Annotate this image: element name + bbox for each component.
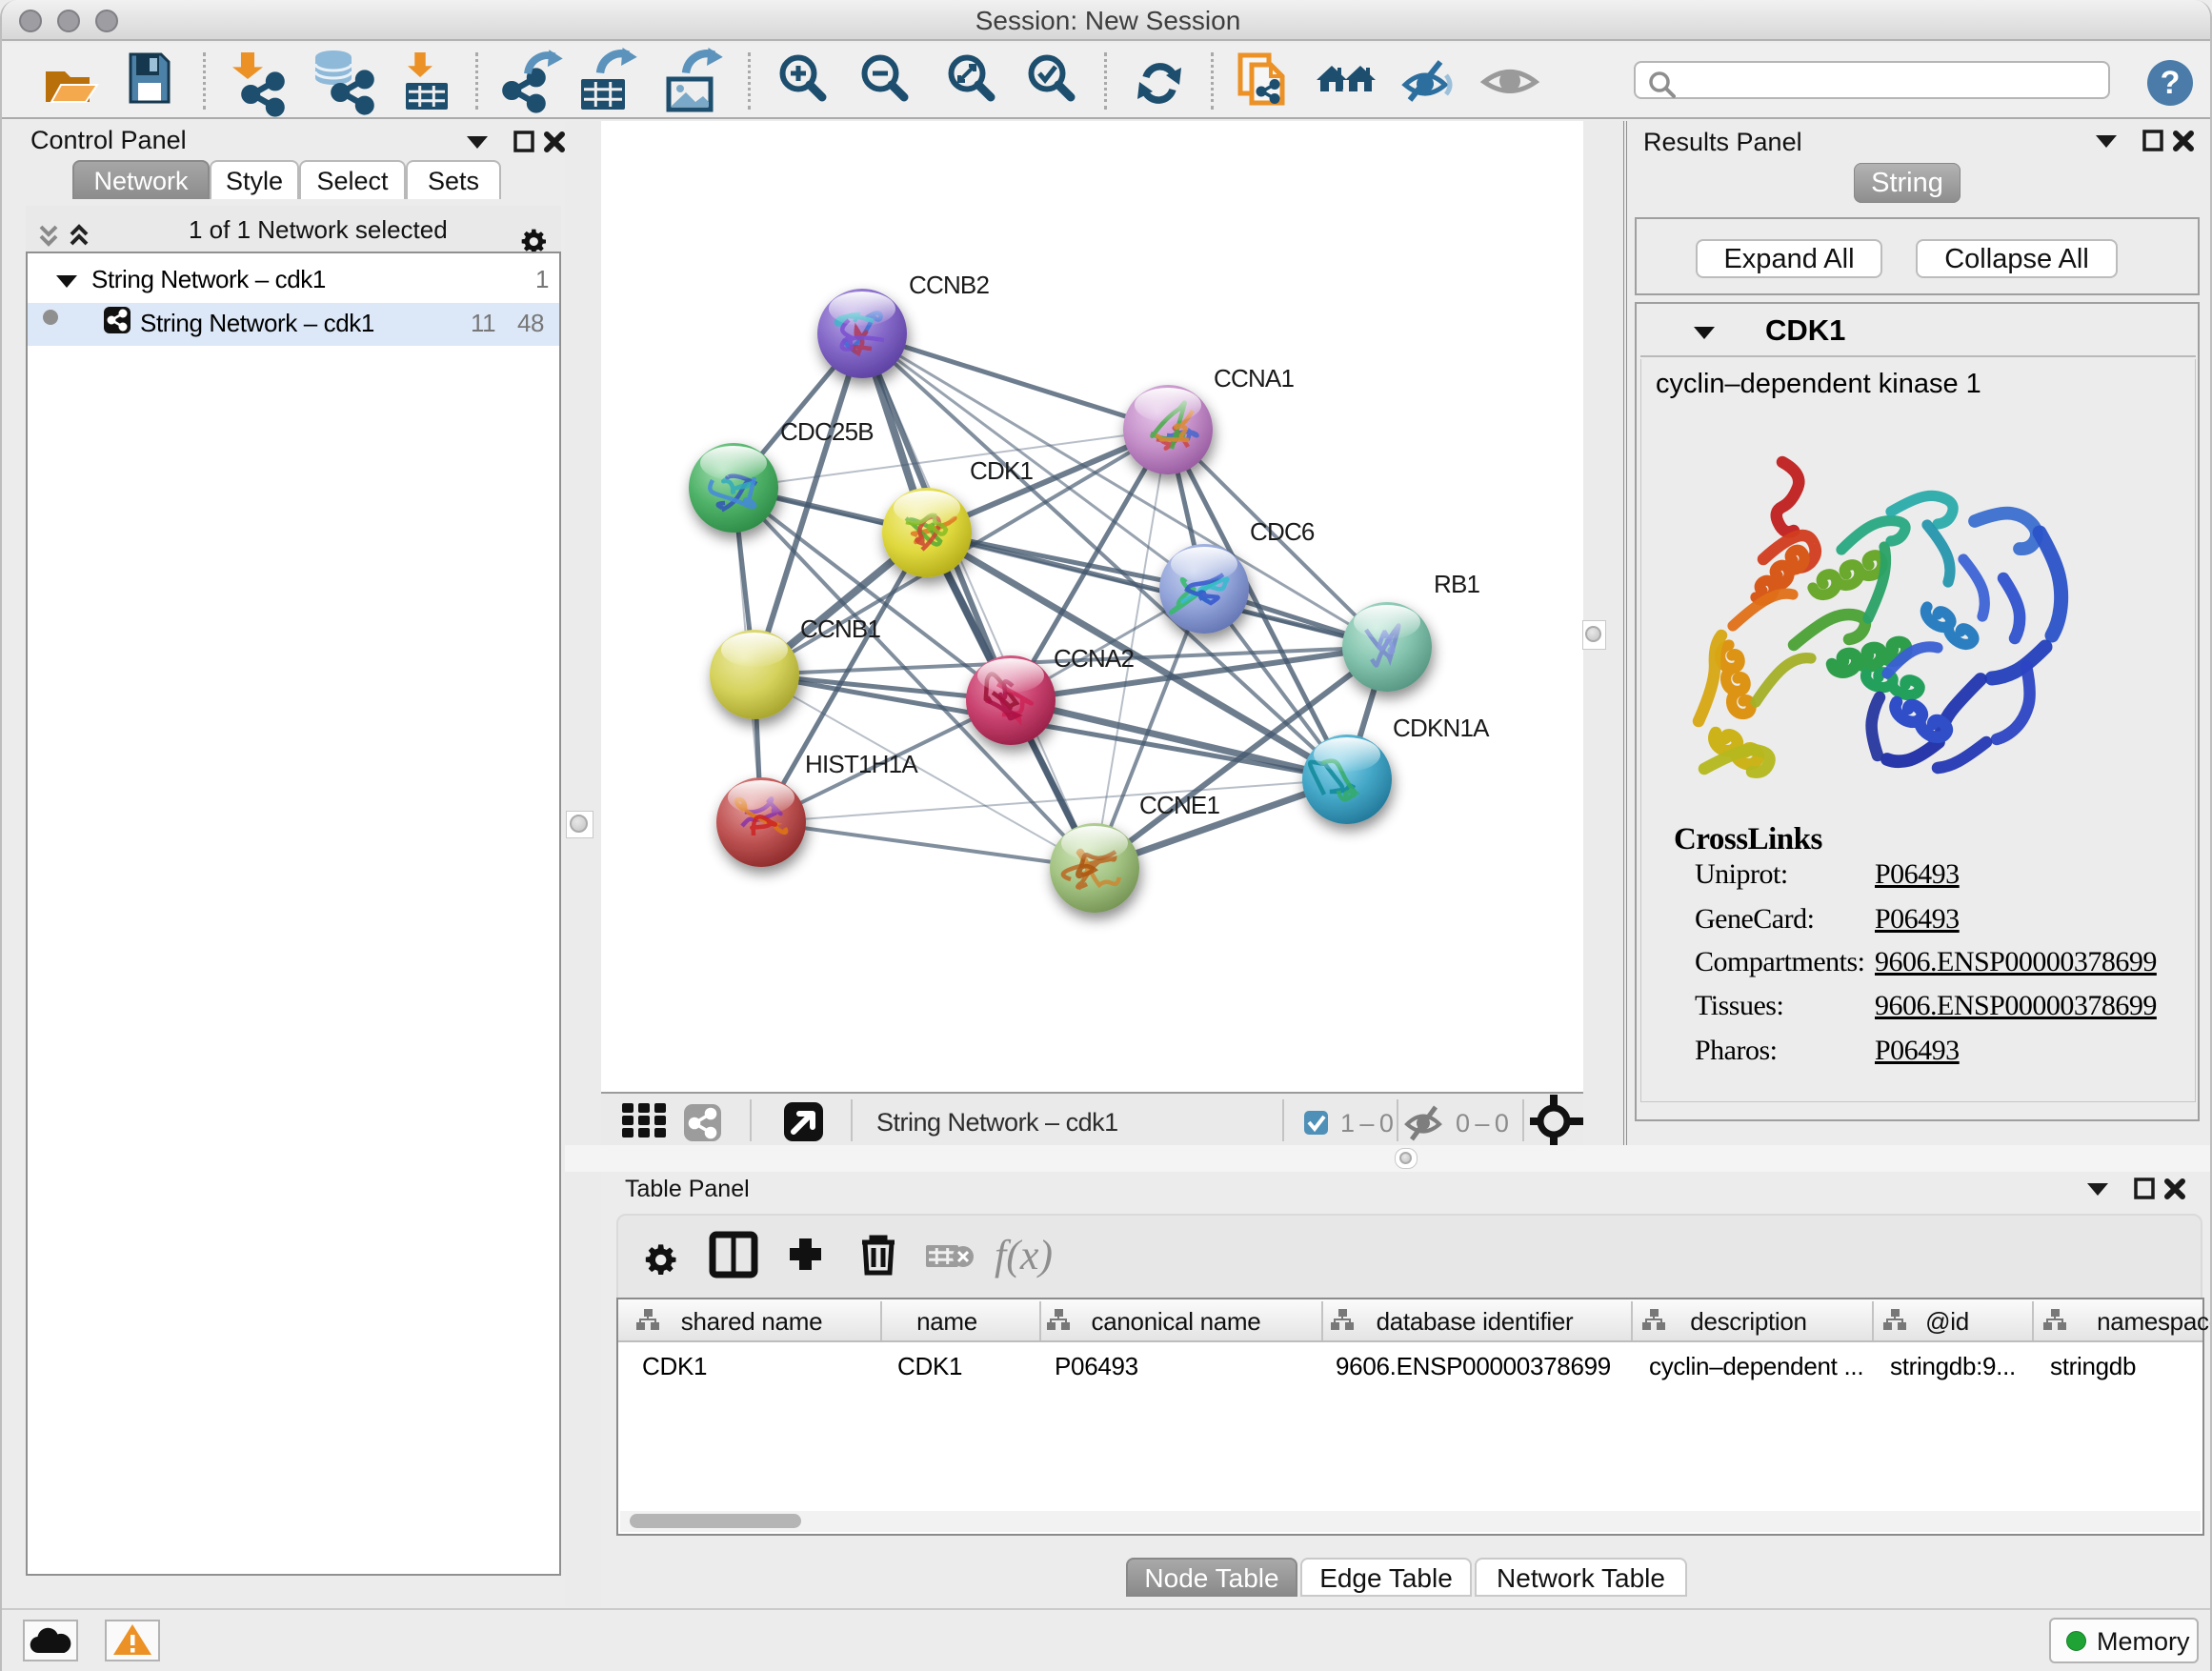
svg-text:CCNA1: CCNA1	[1214, 364, 1294, 393]
svg-text:CCNB1: CCNB1	[800, 614, 880, 643]
svg-text:CDKN1A: CDKN1A	[1393, 714, 1490, 742]
svg-text:RB1: RB1	[1434, 570, 1480, 598]
svg-text:CCNA2: CCNA2	[1054, 644, 1134, 673]
svg-text:HIST1H1A: HIST1H1A	[805, 750, 918, 778]
svg-text:CDC6: CDC6	[1250, 517, 1315, 546]
svg-text:CDC25B: CDC25B	[780, 417, 874, 446]
svg-text:CDK1: CDK1	[970, 456, 1033, 485]
svg-text:CCNB2: CCNB2	[909, 271, 989, 299]
svg-text:CCNE1: CCNE1	[1139, 791, 1219, 819]
